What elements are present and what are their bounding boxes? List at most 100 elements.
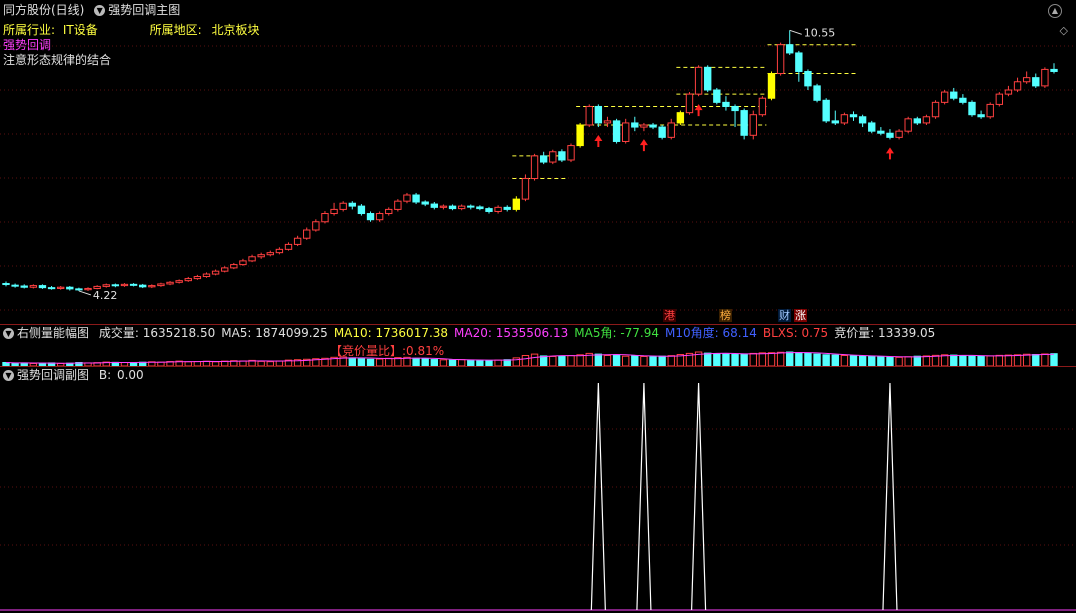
volume-bar <box>567 355 575 366</box>
candle-body <box>421 201 429 205</box>
volume-bar <box>940 354 949 366</box>
candle-body <box>567 145 575 161</box>
candle-body <box>403 194 411 202</box>
tag-finance[interactable]: 财 <box>778 309 791 322</box>
candle-body <box>931 101 940 118</box>
volume-chart[interactable] <box>0 340 1076 366</box>
candle-body <box>102 284 110 287</box>
candle-body <box>448 205 457 210</box>
candle-body <box>922 116 931 124</box>
candle-body <box>1004 89 1013 95</box>
volume-bar <box>558 355 566 366</box>
candle-body <box>603 120 612 124</box>
candle-body <box>940 91 949 103</box>
volume-bar <box>813 353 821 366</box>
volume-header: ▼ 右侧量能幅图 成交量: 1635218.50 MA5: 1874099.25 MA… <box>3 325 935 341</box>
candle-body <box>330 208 338 215</box>
signal-spikes <box>590 382 898 611</box>
candle-body <box>858 116 867 124</box>
volume-bar <box>576 354 584 366</box>
candle-body <box>649 124 657 128</box>
high-price-label: 10.55 <box>804 26 836 39</box>
volume-bar <box>375 358 384 366</box>
candle-body <box>713 89 721 103</box>
volume-bar <box>767 352 776 366</box>
volume-stat: MA10: 1736017.38 <box>333 326 449 340</box>
signal-spike <box>690 382 707 611</box>
candle-body <box>612 120 621 142</box>
volume-bar <box>713 353 721 366</box>
candle-body <box>886 132 894 138</box>
candle-body <box>1032 77 1040 87</box>
candle-body <box>56 286 65 289</box>
candle-body <box>986 103 994 118</box>
volume-bar <box>621 355 630 366</box>
candle-body <box>904 118 912 132</box>
volume-bar <box>776 351 785 366</box>
price-chart[interactable]: 10.55 4.22 <box>0 0 1076 325</box>
candle-body <box>968 101 976 116</box>
volume-bar <box>895 356 903 366</box>
candle-body <box>375 213 384 221</box>
candle-body <box>430 203 439 208</box>
volume-bar <box>1041 353 1049 366</box>
candle-body <box>84 287 92 291</box>
candle-body <box>476 206 484 210</box>
volume-bar <box>612 354 621 366</box>
candle-body <box>621 122 630 142</box>
volume-panel-title[interactable]: 右侧量能幅图 <box>17 326 89 340</box>
low-pointer <box>78 290 92 296</box>
candle-body <box>868 122 876 132</box>
candle-body <box>731 105 739 112</box>
volume-bar <box>357 358 366 366</box>
volume-bar <box>1013 354 1022 366</box>
chevron-down-icon[interactable]: ▼ <box>3 328 14 339</box>
candle-body <box>995 93 1004 105</box>
candle-body <box>66 286 74 290</box>
candle-body <box>786 44 794 54</box>
candle-body <box>539 155 548 163</box>
volume-bar <box>804 352 812 366</box>
volume-stat: 成交量: 1635218.50 <box>98 326 216 340</box>
candle-body <box>20 285 28 288</box>
candle-body <box>485 208 493 212</box>
candle-body <box>284 243 293 250</box>
candle-body <box>503 206 511 210</box>
candle-body <box>1050 68 1058 72</box>
candle-body <box>676 112 685 124</box>
volume-bar <box>740 353 748 366</box>
volume-bar <box>968 355 976 366</box>
signal-chart[interactable] <box>0 367 1076 613</box>
tag-limit-up[interactable]: 涨 <box>794 309 807 322</box>
candle-body <box>2 283 10 286</box>
volume-bar <box>640 355 648 366</box>
candle-body <box>221 267 229 272</box>
tag-rank[interactable]: 榜 <box>719 309 732 322</box>
candle-body <box>339 202 347 210</box>
volume-stat: MA5: 1874099.25 <box>221 326 328 340</box>
candle-body <box>148 285 156 288</box>
candles <box>2 30 1058 291</box>
candle-body <box>385 208 393 215</box>
volume-bar <box>722 353 730 366</box>
candle-body <box>394 200 402 210</box>
candle-body <box>366 213 375 221</box>
volume-bar <box>849 355 858 366</box>
signal-grid <box>0 428 1076 611</box>
volume-bar <box>1050 353 1058 366</box>
candle-body <box>239 260 247 266</box>
volume-stat: MA5角: -77.94 <box>574 326 660 340</box>
volume-bar <box>950 354 958 366</box>
candle-body <box>348 202 356 207</box>
volume-bar <box>758 352 767 366</box>
candle-body <box>694 66 703 95</box>
volume-bar <box>631 355 639 366</box>
volume-bar <box>977 355 985 366</box>
candle-body <box>895 130 903 138</box>
tag-hk[interactable]: 港 <box>663 309 676 322</box>
candle-body <box>849 114 858 118</box>
candle-body <box>266 252 274 256</box>
candle-body <box>749 114 757 136</box>
candle-body <box>631 122 639 128</box>
volume-bar <box>421 358 429 366</box>
